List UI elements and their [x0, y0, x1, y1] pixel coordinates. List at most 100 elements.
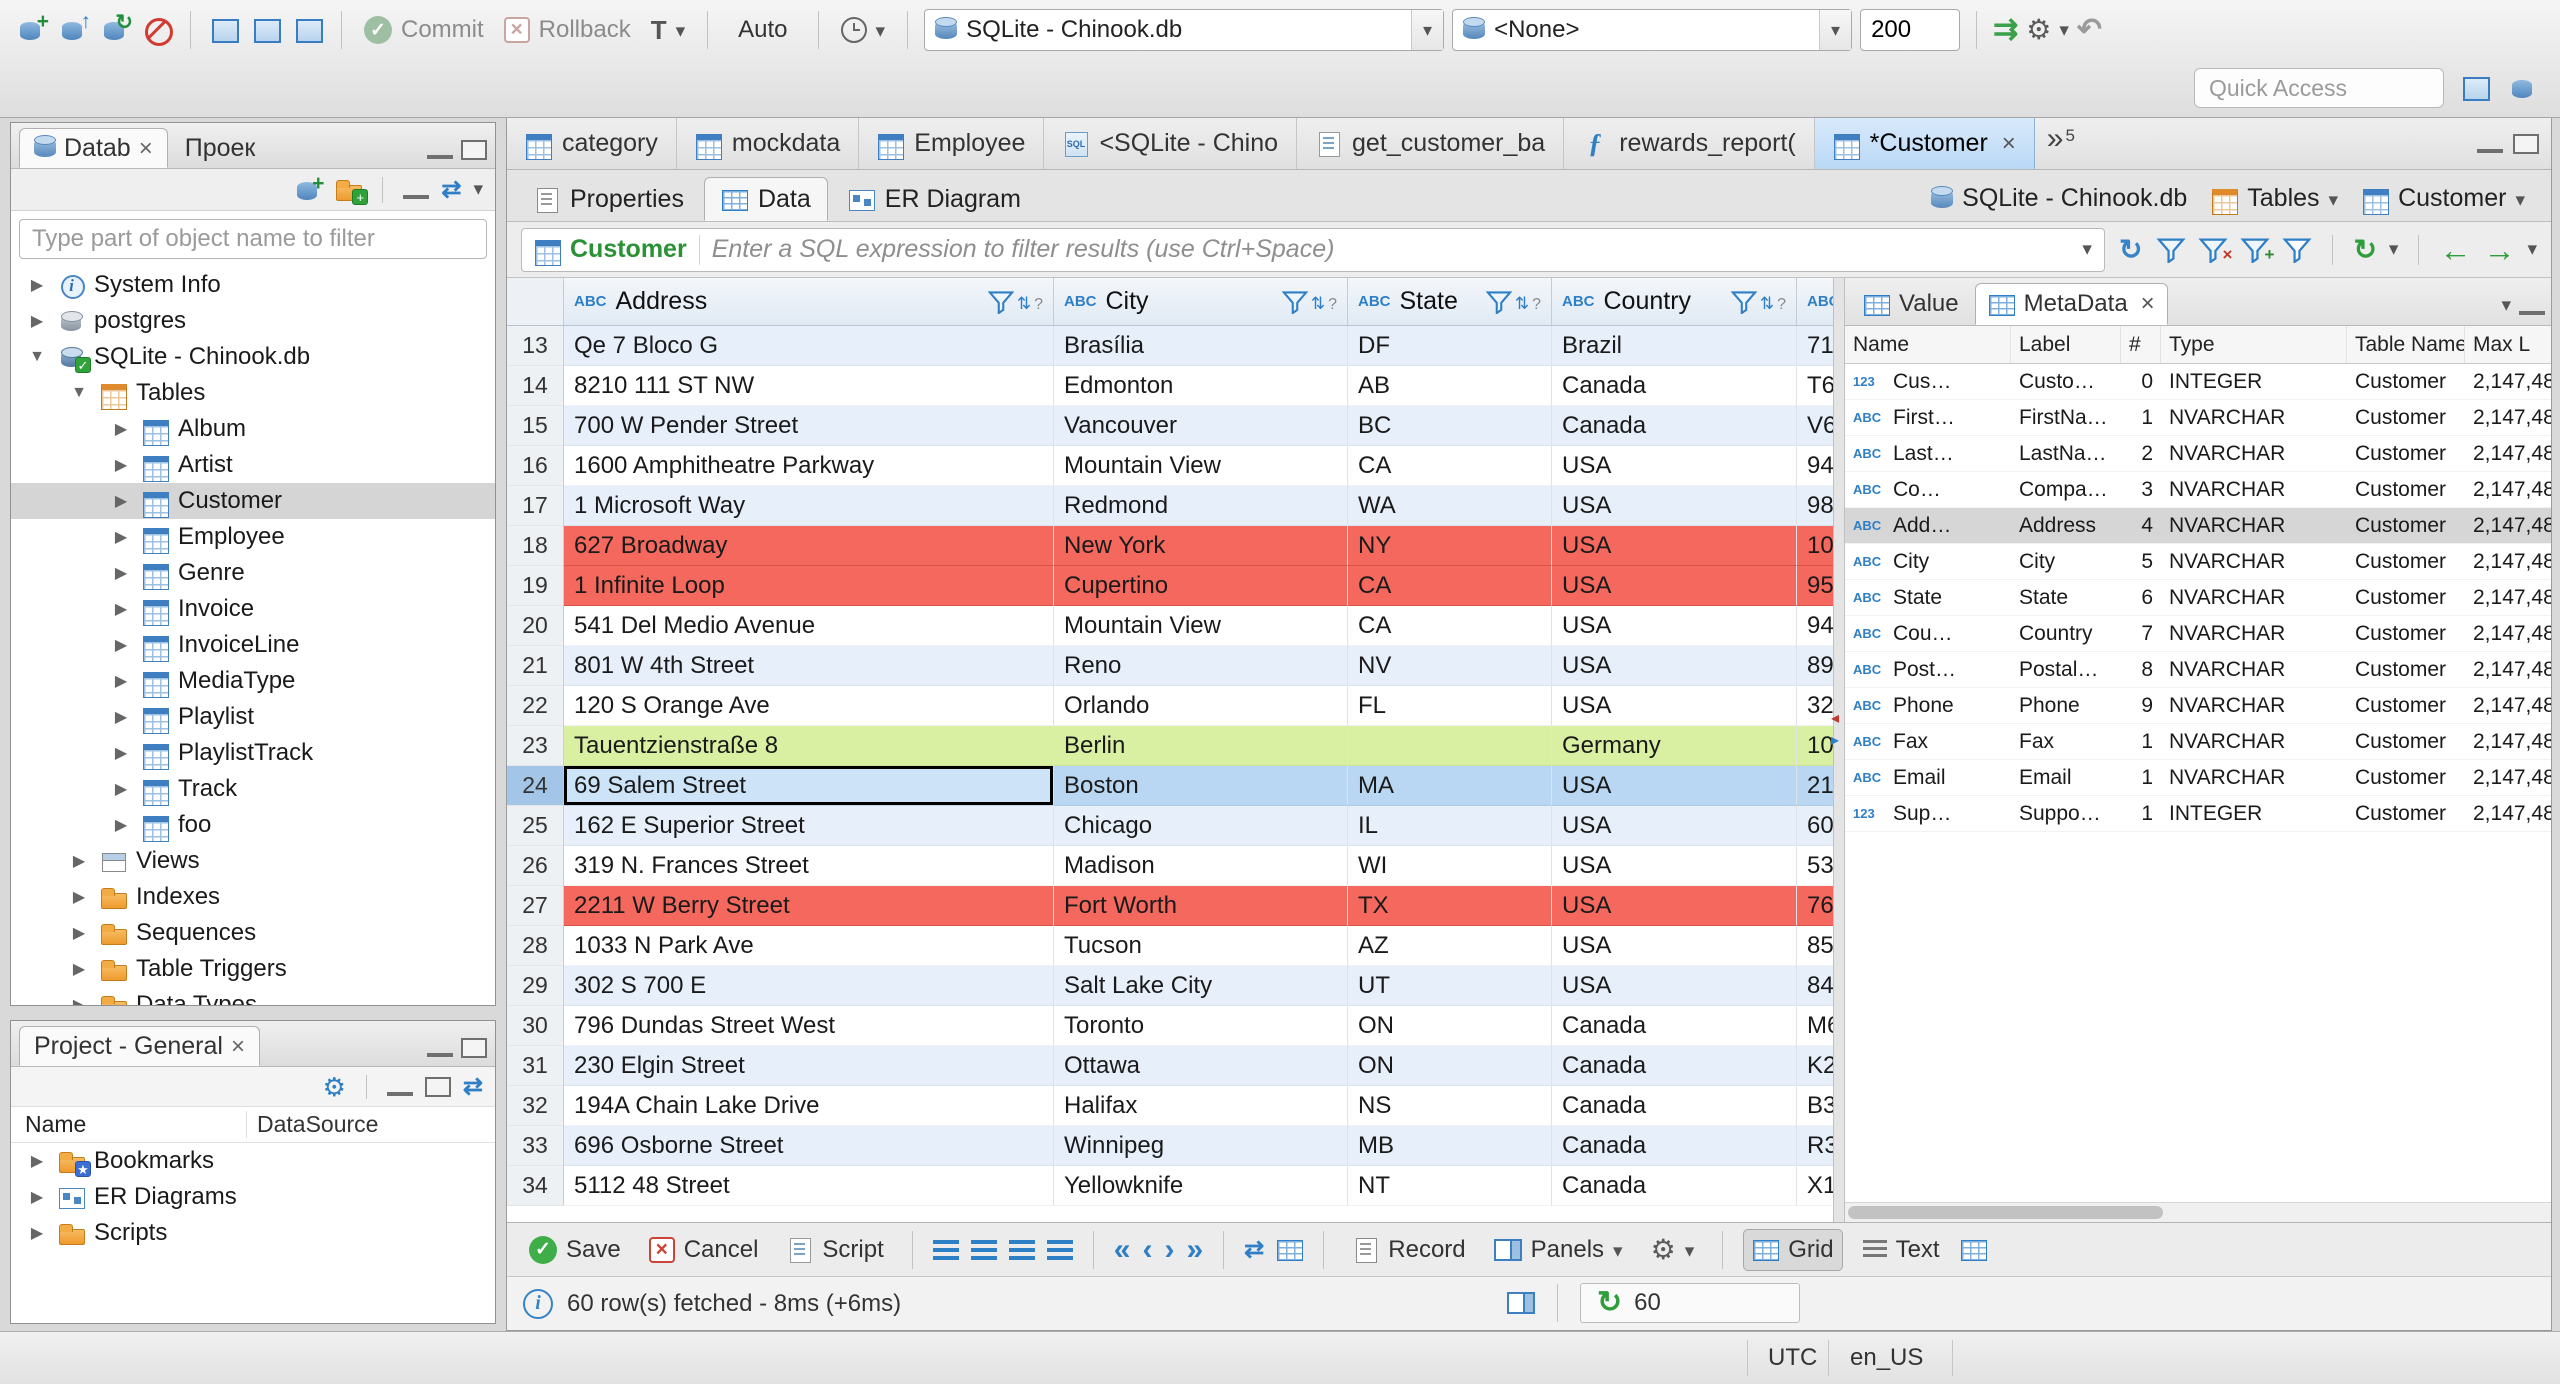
cell-state[interactable]: CA — [1348, 446, 1552, 486]
table-row[interactable]: 27 2211 W Berry Street Fort Worth TX USA… — [507, 886, 1833, 926]
tree-item[interactable]: ▶ MediaType — [11, 663, 495, 699]
cell-postalcode[interactable]: 10 — [1797, 726, 1833, 766]
expand-arrow-icon[interactable]: ▶ — [25, 1187, 49, 1207]
cell-city[interactable]: Toronto — [1054, 1006, 1348, 1046]
cell-state[interactable]: CA — [1348, 566, 1552, 606]
cell-postalcode[interactable]: 94 — [1797, 446, 1833, 486]
cell-country[interactable]: Canada — [1552, 366, 1797, 406]
column-header-datasource[interactable]: DataSource — [246, 1111, 495, 1138]
save-button[interactable]: Save — [521, 1229, 629, 1271]
cell-postalcode[interactable]: 21 — [1797, 766, 1833, 806]
row-number[interactable]: 31 — [507, 1046, 564, 1086]
expand-arrow-icon[interactable]: ▶ — [25, 1223, 49, 1243]
metadata-row[interactable]: ABC City City 5 NVARCHAR Customer 2,147,… — [1845, 544, 2551, 580]
cell-country[interactable]: USA — [1552, 886, 1797, 926]
expand-arrow-icon[interactable]: ▶ — [109, 815, 133, 835]
row-number[interactable]: 18 — [507, 526, 564, 566]
cell-address[interactable]: Tauentzienstraße 8 — [564, 726, 1054, 766]
refresh-icon[interactable]: ↻ — [2119, 235, 2142, 264]
last-row-button[interactable]: » — [1186, 1234, 1203, 1265]
cell-country[interactable]: Canada — [1552, 1086, 1797, 1126]
row-number[interactable]: 21 — [507, 646, 564, 686]
table-row[interactable]: 26 319 N. Frances Street Madison WI USA … — [507, 846, 1833, 886]
table-row[interactable]: 22 120 S Orange Ave Orlando FL USA 32 — [507, 686, 1833, 726]
cell-country[interactable]: Brazil — [1552, 326, 1797, 366]
editor-tab[interactable]: *Customer × — [1814, 118, 2035, 169]
open-sql-editor-icon[interactable] — [249, 13, 283, 47]
cell-postalcode[interactable]: 89 — [1797, 646, 1833, 686]
cell-address[interactable]: 8210 111 ST NW — [564, 366, 1054, 406]
column-filter-control[interactable] — [1730, 287, 1786, 316]
table-row[interactable]: 30 796 Dundas Street West Toronto ON Can… — [507, 1006, 1833, 1046]
select-row-icon[interactable] — [1276, 1237, 1304, 1262]
cell-state[interactable]: MA — [1348, 766, 1552, 806]
view-menu-icon[interactable] — [473, 178, 483, 201]
expand-arrow-icon[interactable]: ▶ — [67, 851, 91, 871]
tree-item[interactable]: ▶ Album — [11, 411, 495, 447]
grid-corner[interactable] — [507, 278, 564, 325]
text-view-button[interactable]: Text — [1855, 1229, 1948, 1271]
metadata-column-name[interactable]: 123 Sup… — [1845, 802, 2011, 826]
metadata-column-name[interactable]: ABC Co… — [1845, 478, 2011, 502]
column-header-name[interactable]: Name — [1845, 326, 2011, 363]
row-number[interactable]: 13 — [507, 326, 564, 366]
table-row[interactable]: 14 8210 111 ST NW Edmonton AB Canada T6 — [507, 366, 1833, 406]
tree-item[interactable]: ▶ Data Types — [11, 987, 495, 1005]
cell-postalcode[interactable]: 98 — [1797, 486, 1833, 526]
cell-state[interactable]: WI — [1348, 846, 1552, 886]
metadata-row[interactable]: ABC State State 6 NVARCHAR Customer 2,14… — [1845, 580, 2551, 616]
cell-state[interactable]: CA — [1348, 606, 1552, 646]
settings-button[interactable] — [1643, 1229, 1703, 1271]
cell-postalcode[interactable]: 71 — [1797, 326, 1833, 366]
tree-item[interactable]: ▶ postgres — [11, 303, 495, 339]
cell-state[interactable]: IL — [1348, 806, 1552, 846]
maximize-icon[interactable] — [461, 140, 487, 160]
new-connection-icon[interactable]: + — [293, 172, 324, 205]
collapse-all-icon[interactable] — [403, 181, 430, 199]
cell-city[interactable]: Winnipeg — [1054, 1126, 1348, 1166]
datasource-select[interactable]: SQLite - Chinook.db — [924, 9, 1445, 51]
chevron-down-icon[interactable] — [2515, 184, 2525, 213]
next-row-button[interactable]: › — [1164, 1234, 1174, 1265]
cell-country[interactable]: Canada — [1552, 1046, 1797, 1086]
filter-add-icon[interactable]: + — [2240, 237, 2274, 264]
cell-postalcode[interactable]: 95 — [1797, 566, 1833, 606]
minimize-icon[interactable] — [427, 1039, 453, 1057]
cell-city[interactable]: New York — [1054, 526, 1348, 566]
row-number[interactable]: 27 — [507, 886, 564, 926]
cell-state[interactable]: NY — [1348, 526, 1552, 566]
table-row[interactable]: 25 162 E Superior Street Chicago IL USA … — [507, 806, 1833, 846]
expand-arrow-icon[interactable]: ▶ — [109, 599, 133, 619]
sql-filter-input[interactable] — [711, 235, 2071, 264]
tree-item[interactable]: ▶ Customer — [11, 483, 495, 519]
cell-address[interactable]: 319 N. Frances Street — [564, 846, 1054, 886]
cell-state[interactable]: WA — [1348, 486, 1552, 526]
table-row[interactable]: 32 194A Chain Lake Drive Halifax NS Cana… — [507, 1086, 1833, 1126]
cell-postalcode[interactable]: 60 — [1797, 806, 1833, 846]
cell-postalcode[interactable]: 32 — [1797, 686, 1833, 726]
fetch-size-input[interactable] — [1860, 9, 1961, 51]
tab-properties[interactable]: Properties — [517, 177, 700, 221]
cell-country[interactable]: Canada — [1552, 1006, 1797, 1046]
cell-country[interactable]: USA — [1552, 566, 1797, 606]
tree-item[interactable]: ▶ Views — [11, 843, 495, 879]
cell-address[interactable]: 69 Salem Street — [564, 766, 1054, 806]
expand-all-icon[interactable] — [424, 1076, 451, 1097]
scrollbar-thumb[interactable] — [1848, 1206, 2163, 1219]
cell-state[interactable]: DF — [1348, 326, 1552, 366]
panels-button[interactable]: Panels — [1486, 1229, 1631, 1271]
cell-country[interactable]: Canada — [1552, 1166, 1797, 1206]
tree-item[interactable]: ▶ Sequences — [11, 915, 495, 951]
cell-city[interactable]: Berlin — [1054, 726, 1348, 766]
view-menu-icon[interactable] — [2501, 294, 2511, 317]
maximize-icon[interactable] — [461, 1038, 487, 1058]
open-perspective-icon[interactable] — [2458, 71, 2492, 105]
connect-icon[interactable]: ↑ — [56, 10, 91, 47]
previous-row-button[interactable]: ‹ — [1142, 1234, 1152, 1265]
record-button[interactable]: Record — [1344, 1229, 1473, 1271]
column-header[interactable]: ABC State — [1348, 278, 1552, 325]
row-number[interactable]: 17 — [507, 486, 564, 526]
cell-country[interactable]: USA — [1552, 806, 1797, 846]
go-to-row-icon[interactable]: ⇄ — [1244, 1237, 1264, 1262]
cell-postalcode[interactable]: M6 — [1797, 1006, 1833, 1046]
